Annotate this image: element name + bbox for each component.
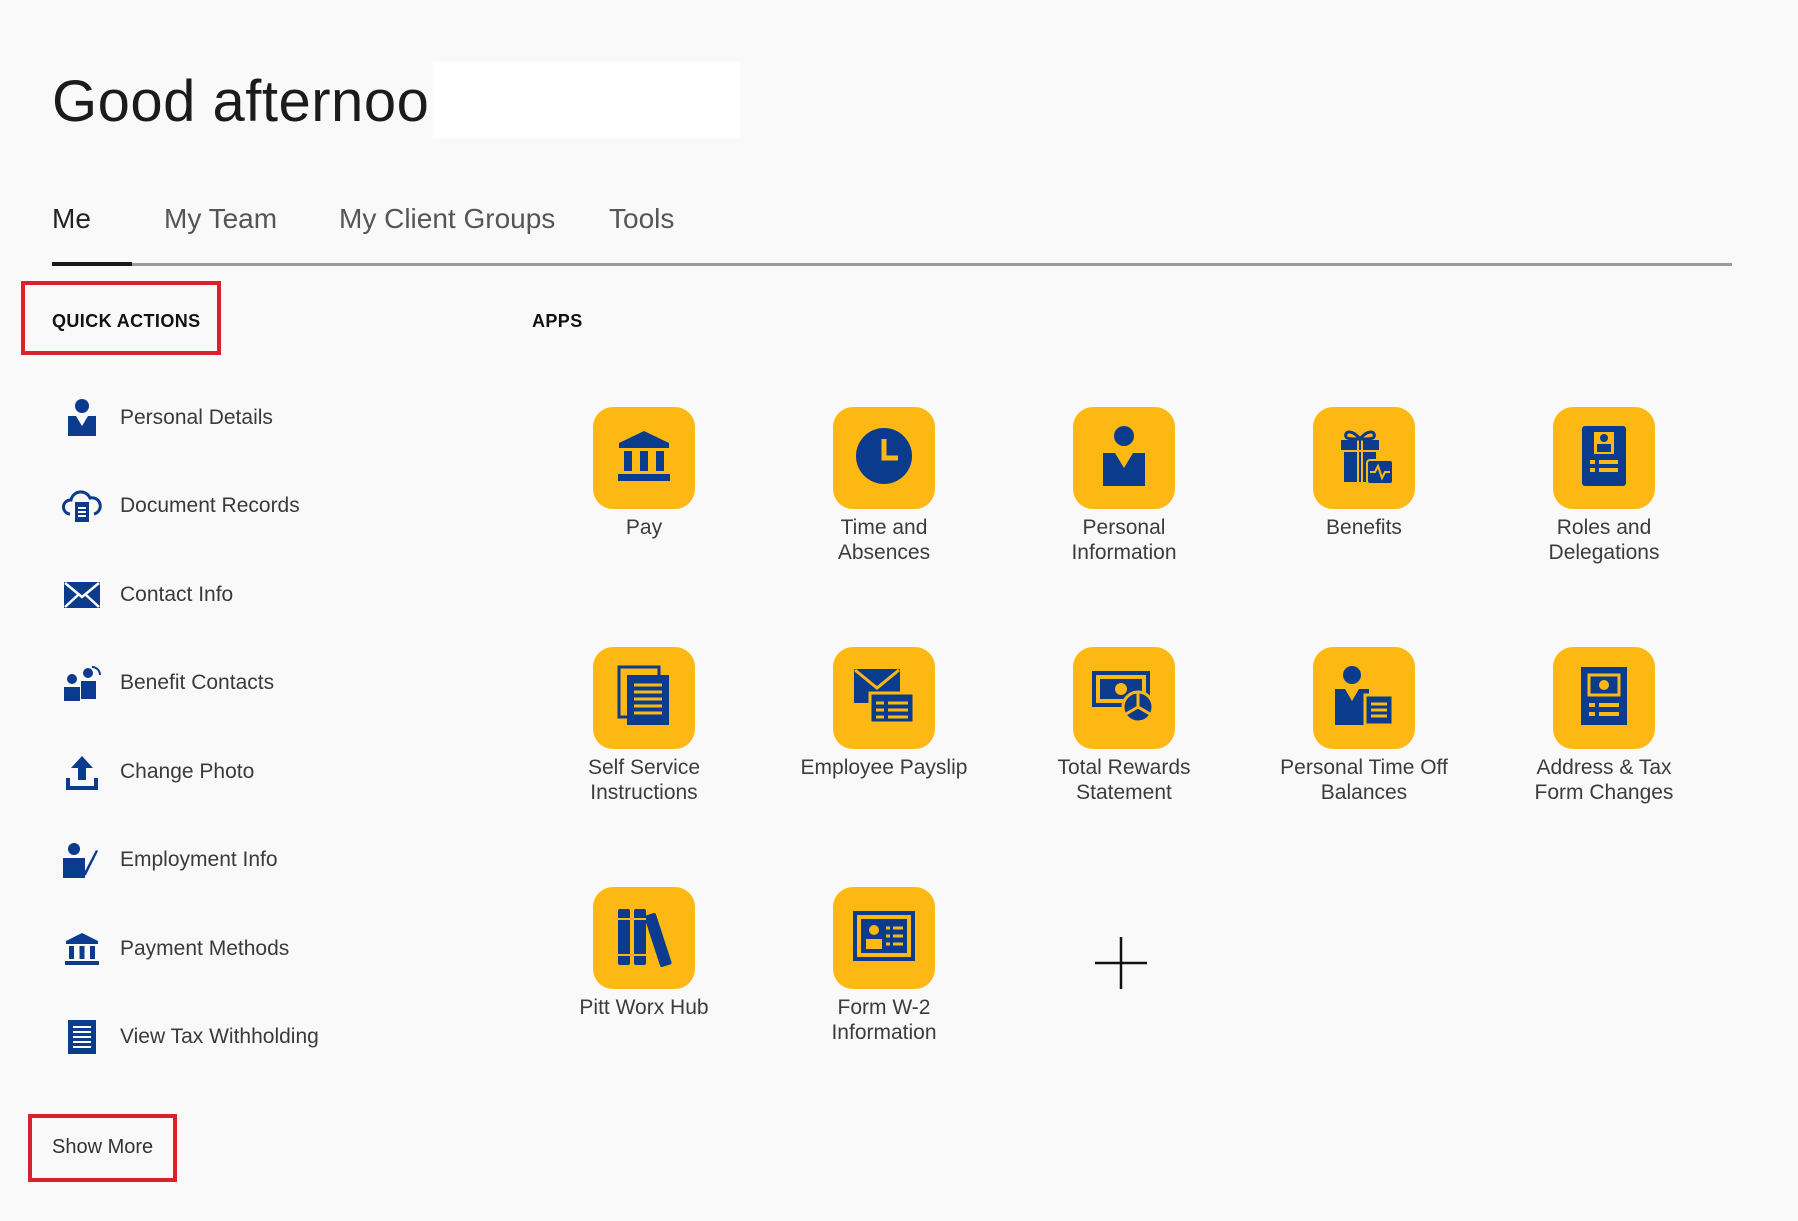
app-time-and-absences[interactable]: Time and Absences	[784, 407, 984, 565]
quick-action-label: View Tax Withholding	[120, 1025, 319, 1048]
app-tile	[833, 647, 935, 749]
person-icon	[60, 396, 104, 440]
app-label: Total Rewards Statement	[1057, 756, 1191, 804]
bank-icon	[616, 430, 672, 487]
cloud-document-icon	[60, 484, 104, 528]
app-tile	[1313, 647, 1415, 749]
app-tile	[1073, 407, 1175, 509]
app-personal-time-off-balances[interactable]: Personal Time Off Balances	[1264, 647, 1464, 805]
app-tile	[833, 407, 935, 509]
tab-me-label: Me	[52, 203, 91, 234]
app-label: Employee Payslip	[800, 756, 968, 779]
app-personal-information[interactable]: Personal Information	[1024, 407, 1224, 565]
app-address-tax-form-changes[interactable]: Address & Tax Form Changes	[1504, 647, 1704, 805]
app-tile	[833, 887, 935, 989]
app-tile	[593, 647, 695, 749]
app-tile	[593, 407, 695, 509]
app-pitt-worx-hub[interactable]: Pitt Worx Hub	[544, 887, 744, 1020]
app-tile	[1553, 407, 1655, 509]
quick-action-personal-details[interactable]: Personal Details	[60, 392, 460, 444]
quick-action-label: Personal Details	[120, 406, 273, 429]
quick-action-contact-info[interactable]: Contact Info	[60, 569, 460, 621]
app-label: Time and Absences	[837, 516, 931, 564]
person-document-icon	[1333, 665, 1395, 732]
app-tile	[1313, 407, 1415, 509]
app-employee-payslip[interactable]: Employee Payslip	[784, 647, 984, 780]
quick-action-document-records[interactable]: Document Records	[60, 480, 460, 532]
tab-bar: Me My Team My Client Groups Tools	[52, 195, 1732, 266]
app-label: Roles and Delegations	[1548, 516, 1660, 564]
app-form-w2-information[interactable]: Form W-2 Information	[784, 887, 984, 1045]
app-label: Personal Time Off Balances	[1280, 756, 1448, 804]
payslip-icon	[852, 667, 916, 730]
money-chart-icon	[1092, 669, 1156, 728]
quick-action-label: Payment Methods	[120, 937, 290, 960]
people-icon	[60, 661, 104, 705]
quick-action-view-tax-withholding[interactable]: View Tax Withholding	[60, 1011, 460, 1063]
app-label: Form W-2 Information	[831, 996, 937, 1044]
clock-icon	[855, 427, 913, 490]
person-edit-icon	[60, 838, 104, 882]
bank-icon	[60, 927, 104, 971]
app-self-service-instructions[interactable]: Self Service Instructions	[544, 647, 744, 805]
tab-me[interactable]: Me	[52, 203, 91, 235]
quick-action-label: Contact Info	[120, 583, 234, 606]
tab-tools[interactable]: Tools	[609, 203, 674, 235]
app-tile	[1073, 647, 1175, 749]
gift-icon	[1333, 426, 1395, 491]
app-total-rewards-statement[interactable]: Total Rewards Statement	[1024, 647, 1224, 805]
list-document-icon	[60, 1015, 104, 1059]
apps-title: APPS	[532, 311, 583, 331]
app-label: Pitt Worx Hub	[579, 996, 709, 1019]
app-benefits[interactable]: Benefits	[1264, 407, 1464, 540]
envelope-icon	[60, 573, 104, 617]
books-icon	[614, 905, 674, 972]
tab-my-team[interactable]: My Team	[164, 203, 277, 235]
form-icon	[1579, 665, 1629, 732]
quick-action-label: Change Photo	[120, 760, 255, 783]
person-icon	[1101, 425, 1147, 492]
show-more-link[interactable]: Show More	[52, 1136, 153, 1159]
quick-action-benefit-contacts[interactable]: Benefit Contacts	[60, 657, 460, 709]
quick-action-employment-info[interactable]: Employment Info	[60, 834, 460, 886]
user-name-redacted	[433, 62, 740, 138]
quick-action-payment-methods[interactable]: Payment Methods	[60, 923, 460, 975]
documents-icon	[617, 665, 671, 732]
app-roles-and-delegations[interactable]: Roles and Delegations	[1504, 407, 1704, 565]
quick-action-change-photo[interactable]: Change Photo	[60, 746, 460, 798]
quick-action-label: Document Records	[120, 494, 300, 517]
greeting-heading: Good afternoon,	[52, 69, 479, 134]
app-tile	[1553, 647, 1655, 749]
app-label: Self Service Instructions	[587, 756, 701, 804]
app-label: Personal Information	[1071, 516, 1177, 564]
id-card-icon	[853, 910, 915, 966]
active-tab-indicator	[52, 262, 132, 266]
app-tile	[593, 887, 695, 989]
app-label: Address & Tax Form Changes	[1534, 756, 1674, 804]
quick-action-label: Benefit Contacts	[120, 671, 275, 694]
tab-my-client-groups[interactable]: My Client Groups	[339, 203, 555, 235]
upload-icon	[60, 750, 104, 794]
add-app-button[interactable]	[1095, 937, 1147, 989]
badge-icon	[1580, 424, 1628, 493]
app-label: Pay	[625, 516, 663, 539]
app-label: Benefits	[1326, 516, 1402, 539]
plus-icon	[1095, 937, 1147, 993]
app-pay[interactable]: Pay	[544, 407, 744, 540]
quick-action-label: Employment Info	[120, 848, 278, 871]
quick-actions-title: QUICK ACTIONS	[52, 311, 201, 331]
